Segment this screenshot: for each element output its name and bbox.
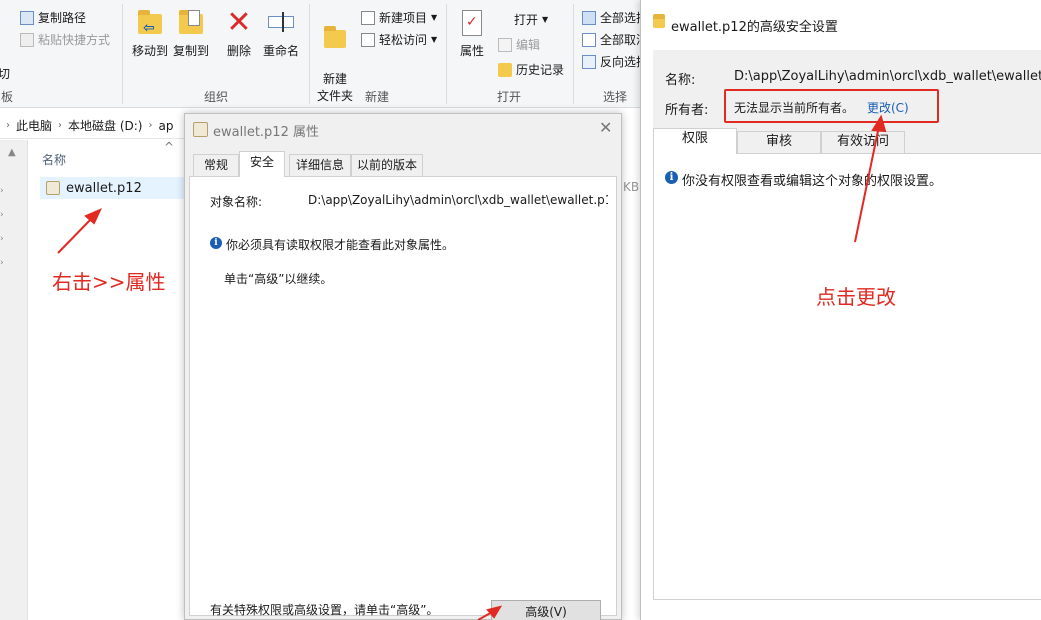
arrow-to-file xyxy=(57,215,95,254)
arrowhead-icon xyxy=(486,605,503,619)
arrow-to-change-link xyxy=(854,125,880,243)
tab-security[interactable]: 安全 xyxy=(239,151,285,177)
annotation-arrows xyxy=(57,114,887,620)
arrowhead-icon xyxy=(871,114,887,133)
tab-permissions[interactable]: 权限 xyxy=(653,128,737,154)
